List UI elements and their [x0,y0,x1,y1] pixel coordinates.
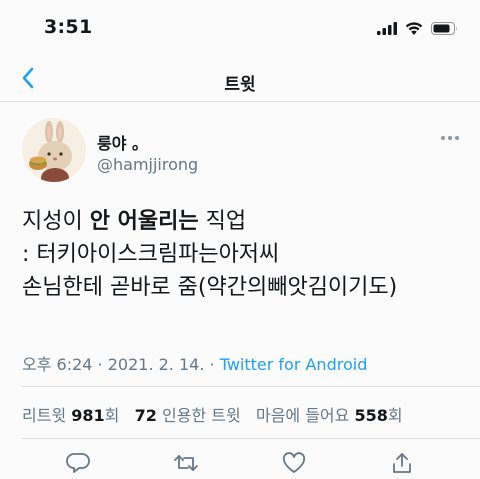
meta-separator: · [204,355,220,374]
status-icons [377,20,458,39]
retweets-count: 981 [71,406,105,425]
heart-icon [282,452,306,478]
tweet-line-2: : 터키아이스크림파는아저씨 [22,242,280,267]
retweets-label: 리트윗 [22,406,72,425]
retweet-icon [173,452,199,478]
navigation-bar: 트윗 [0,58,480,102]
retweet-button[interactable] [172,452,200,478]
reply-button[interactable] [64,452,92,478]
divider [22,438,480,439]
display-name[interactable]: 룽야 。 [97,130,148,154]
likes-stat[interactable]: 마음에 들어요 558회 [256,406,403,425]
cellular-signal-icon [377,20,397,39]
tweet-line-1-end: 직업 [198,209,247,234]
like-button[interactable] [280,452,308,478]
avatar[interactable] [22,118,86,182]
tweet-time: 오후 6:24 [22,355,93,374]
reply-icon [66,452,90,478]
battery-icon [431,20,458,39]
more-options-icon[interactable] [438,128,462,148]
retweets-unit: 회 [104,406,120,425]
likes-count: 558 [354,406,388,425]
username[interactable]: @hamjjirong [97,155,198,174]
quotes-count: 72 [134,406,157,425]
tweet-source-link[interactable]: Twitter for Android [220,355,368,374]
tweet-date: 2021. 2. 14. [107,355,205,374]
tweet-line-3: 손님한테 곧바로 줌(약간의빼앗김이기도) [22,275,398,300]
likes-unit: 회 [387,406,403,425]
share-icon [391,452,413,478]
tweet-line-1-bold: 안 어울리는 [89,209,199,234]
meta-separator: · [92,355,108,374]
page-title: 트윗 [224,75,256,95]
status-time: 3:51 [44,16,93,38]
status-bar: 3:51 [0,0,480,58]
tweet-meta: 오후 6:24 · 2021. 2. 14. · Twitter for And… [22,351,367,375]
likes-label: 마음에 들어요 [255,406,355,425]
tweet-stats: 리트윗 981회 72 인용한 트윗 마음에 들어요 558회 [22,402,403,426]
quotes-stat[interactable]: 72 인용한 트윗 [135,406,241,425]
tweet-text: 지성이 안 어울리는 직업 : 터키아이스크림파는아저씨 손님한테 곧바로 줌(… [22,205,462,304]
divider [22,386,480,387]
share-button[interactable] [388,452,416,478]
retweets-stat[interactable]: 리트윗 981회 [22,406,119,425]
wifi-icon [405,20,423,39]
tweet-actions [0,448,480,479]
tweet-line-1: 지성이 안 어울리는 직업 [22,205,462,238]
quotes-label: 인용한 트윗 [156,406,241,425]
tweet-line-1-start: 지성이 [22,209,90,234]
